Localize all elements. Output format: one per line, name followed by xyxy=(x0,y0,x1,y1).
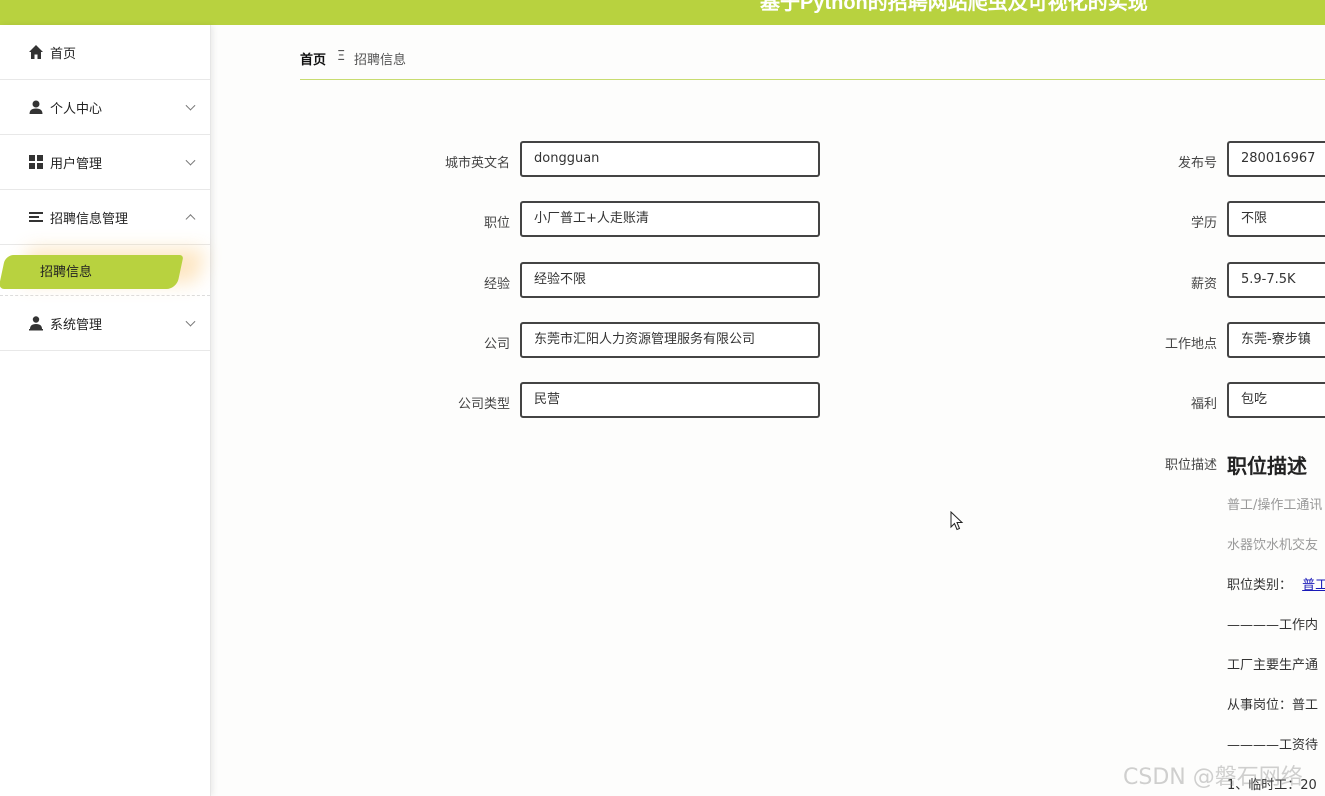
company-label: 公司 xyxy=(483,337,510,352)
job-description-line: 普工/操作工通讯 xyxy=(1227,498,1323,513)
benefits-input[interactable]: 包吃 xyxy=(1227,382,1325,418)
sidebar-item-label: 用户管理 xyxy=(50,156,103,172)
job-description-line: ————工资待 xyxy=(1227,738,1319,753)
education-label: 学历 xyxy=(1190,216,1217,231)
chevron-down-icon xyxy=(185,316,196,327)
sidebar-subitem-recruitment-info[interactable]: 招聘信息 xyxy=(0,245,210,296)
salary-input[interactable]: 5.9-7.5K xyxy=(1227,262,1325,298)
work-location-label: 工作地点 xyxy=(1164,337,1217,352)
admin-icon xyxy=(28,315,44,331)
position-label: 职位 xyxy=(483,216,510,231)
breadcrumb: 首页 Ξ 招聘信息 xyxy=(300,46,1325,80)
company-input[interactable]: 东莞市汇阳人力资源管理服务有限公司 xyxy=(520,322,820,358)
breadcrumb-separator: Ξ xyxy=(337,49,346,64)
company-type-input[interactable]: 民营 xyxy=(520,382,820,418)
sidebar-item-home[interactable]: 首页 xyxy=(0,25,210,80)
top-header-bar: 基于Python的招聘网站爬虫及可视化的实现 xyxy=(0,0,1325,25)
chevron-down-icon xyxy=(185,100,196,111)
list-icon xyxy=(28,209,44,225)
job-description-label: 职位描述 xyxy=(1164,458,1217,473)
sidebar-item-recruitment-management[interactable]: 招聘信息管理 xyxy=(0,190,210,245)
app-title: 基于Python的招聘网站爬虫及可视化的实现 xyxy=(760,0,1148,14)
job-category-label: 职位类别： xyxy=(1227,578,1293,593)
work-location-input[interactable]: 东莞-寮步镇 xyxy=(1227,322,1325,358)
education-input[interactable]: 不限 xyxy=(1227,201,1325,237)
job-category-line: 职位类别： 普工 xyxy=(1227,574,1325,593)
job-description-line: 工厂主要生产通 xyxy=(1227,658,1319,673)
mouse-cursor-icon xyxy=(950,510,964,535)
sidebar-item-system-management[interactable]: 系统管理 xyxy=(0,296,210,351)
position-input[interactable]: 小厂普工+人走账清 xyxy=(520,201,820,237)
sidebar-item-label: 首页 xyxy=(50,46,77,62)
sidebar: 首页 个人中心 用户管理 招聘信息管理 招聘信息 系统管理 xyxy=(0,25,211,796)
watermark: CSDN @磐石网络 xyxy=(1123,765,1303,790)
sidebar-item-label: 招聘信息管理 xyxy=(50,211,129,227)
benefits-label: 福利 xyxy=(1190,397,1217,412)
breadcrumb-home-link[interactable]: 首页 xyxy=(300,49,326,68)
user-icon xyxy=(28,99,44,115)
chevron-up-icon xyxy=(185,214,196,225)
chevron-down-icon xyxy=(185,155,196,166)
job-description-line: ————工作内 xyxy=(1227,618,1319,633)
publish-id-label: 发布号 xyxy=(1177,156,1217,171)
breadcrumb-current: 招聘信息 xyxy=(354,53,407,68)
sidebar-item-label: 个人中心 xyxy=(50,101,103,117)
grid-icon xyxy=(28,154,44,170)
job-category-link[interactable]: 普工 xyxy=(1302,578,1325,593)
experience-label: 经验 xyxy=(483,277,510,292)
sidebar-item-user-management[interactable]: 用户管理 xyxy=(0,135,210,190)
city-input[interactable]: dongguan xyxy=(520,141,820,177)
publish-id-input[interactable]: 280016967 xyxy=(1227,141,1325,177)
experience-input[interactable]: 经验不限 xyxy=(520,262,820,298)
job-description-line: 水器饮水机交友 xyxy=(1227,538,1319,553)
company-type-label: 公司类型 xyxy=(457,397,510,412)
job-description-line: 从事岗位：普工 xyxy=(1227,698,1319,713)
home-icon xyxy=(28,44,44,60)
job-description-heading: 职位描述 xyxy=(1227,454,1307,478)
salary-label: 薪资 xyxy=(1190,277,1217,292)
city-label: 城市英文名 xyxy=(444,156,510,171)
sidebar-item-personal-center[interactable]: 个人中心 xyxy=(0,80,210,135)
sidebar-item-label: 系统管理 xyxy=(50,317,103,333)
sidebar-subitem-label: 招聘信息 xyxy=(40,265,93,280)
